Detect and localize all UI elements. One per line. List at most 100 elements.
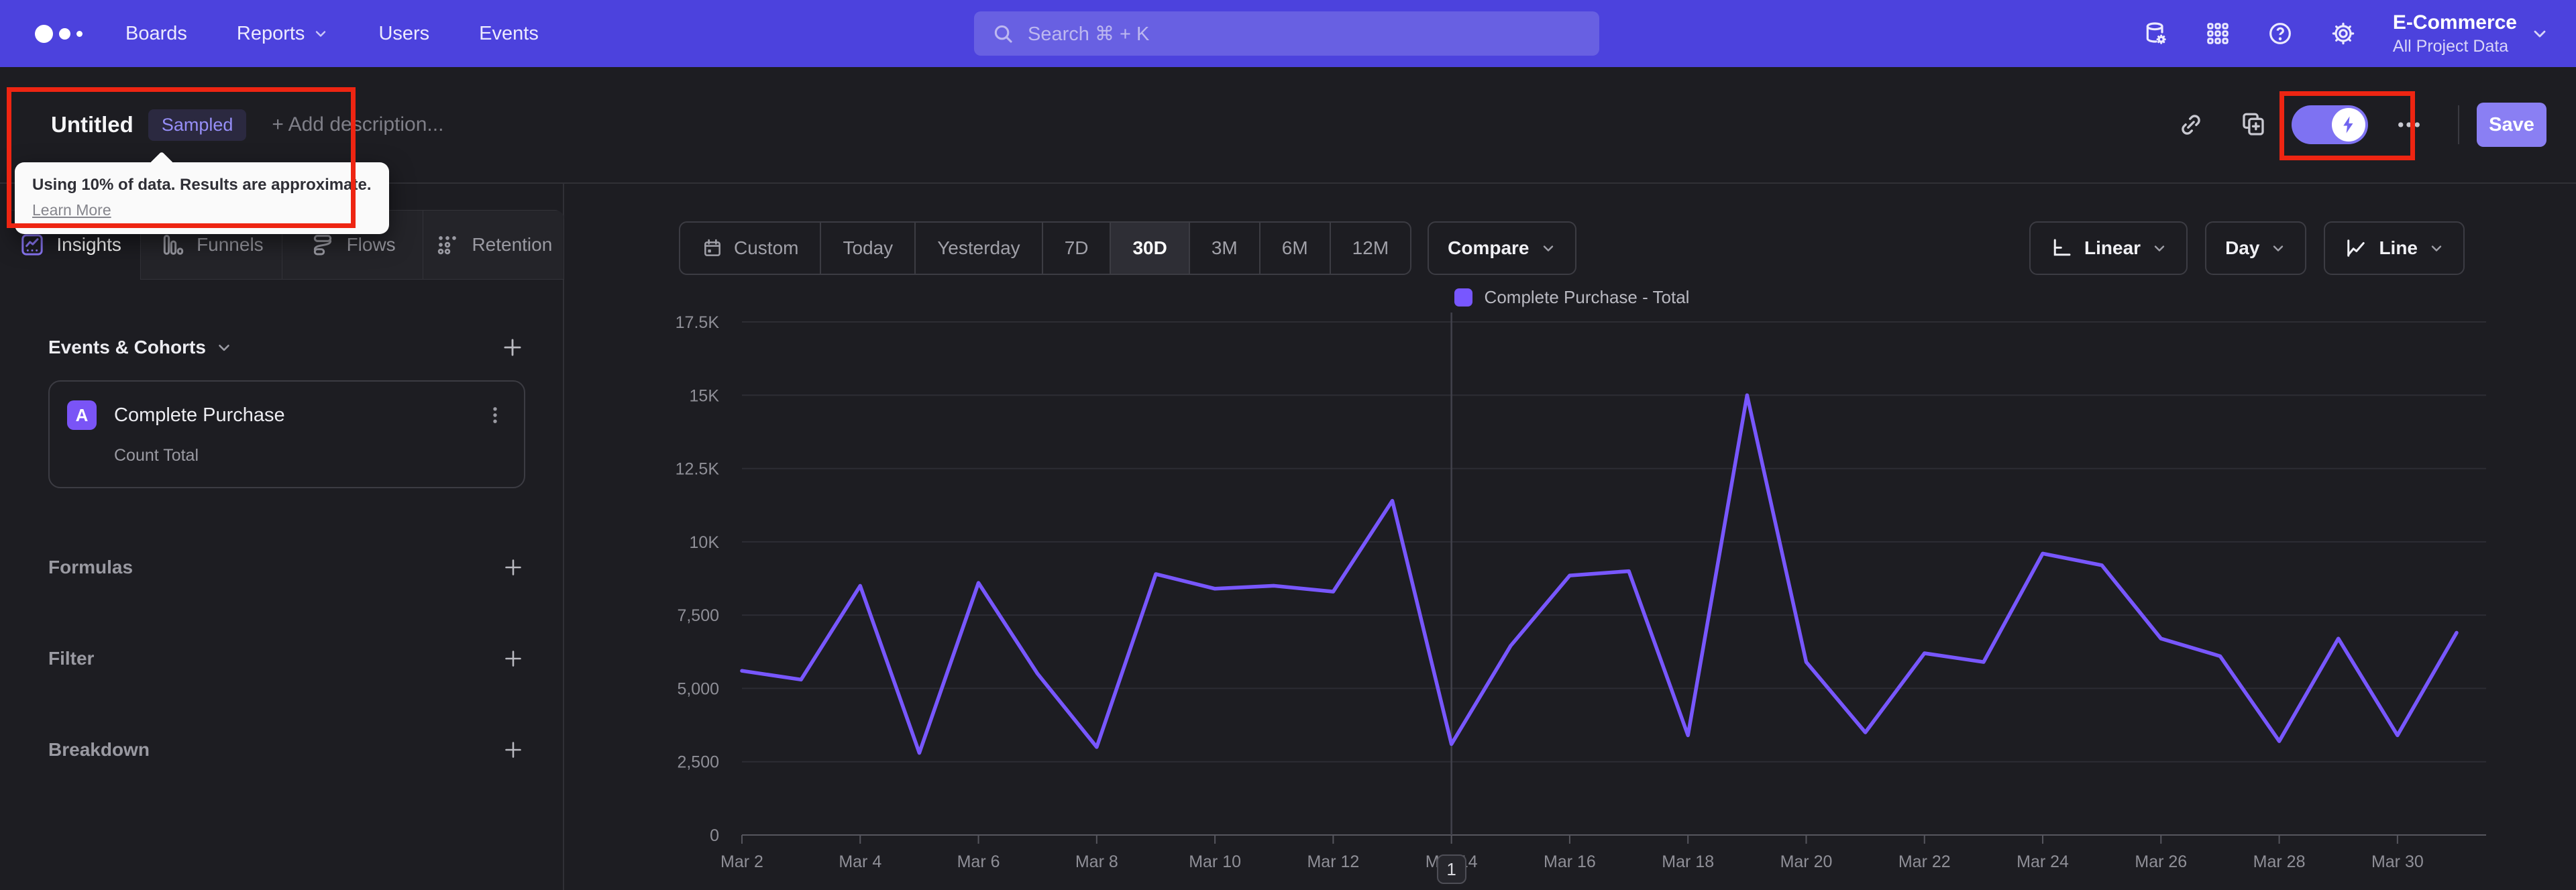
- svg-text:Mar 24: Mar 24: [2017, 852, 2069, 871]
- add-event-button[interactable]: [500, 335, 525, 360]
- svg-text:Mar 28: Mar 28: [2253, 852, 2306, 871]
- range-label: 12M: [1352, 237, 1389, 258]
- chart-type-label: Line: [2379, 237, 2418, 258]
- data-management-icon[interactable]: [2142, 20, 2169, 47]
- calendar-icon: [702, 237, 723, 259]
- logo-dot-large: [35, 24, 53, 43]
- range-yesterday[interactable]: Yesterday: [914, 223, 1042, 274]
- scale-dropdown[interactable]: Linear: [2029, 221, 2188, 275]
- section-breakdown: Breakdown: [48, 738, 525, 762]
- legend-swatch: [1454, 288, 1472, 307]
- event-name[interactable]: Complete Purchase: [114, 404, 285, 427]
- chevron-down-icon: [2530, 24, 2549, 43]
- compare-button[interactable]: Compare: [1428, 221, 1576, 275]
- range-label: Today: [843, 237, 894, 258]
- nav-item-reports[interactable]: Reports: [237, 23, 329, 45]
- granularity-dropdown[interactable]: Day: [2205, 221, 2307, 275]
- event-menu-icon[interactable]: [484, 404, 506, 427]
- granularity-label: Day: [2225, 237, 2260, 258]
- svg-text:Mar 18: Mar 18: [1662, 852, 1714, 871]
- annotation-marker-chip[interactable]: 1: [1436, 854, 1466, 884]
- chevron-down-icon[interactable]: [215, 339, 233, 356]
- add-to-board-icon[interactable]: [2239, 111, 2267, 139]
- section-label: Filter: [48, 648, 95, 669]
- lightning-icon: [2332, 108, 2365, 142]
- chart-legend[interactable]: Complete Purchase - Total: [687, 287, 2457, 308]
- events-cohorts-label: Events & Cohorts: [48, 337, 206, 357]
- gear-icon[interactable]: [2330, 20, 2357, 47]
- range-today[interactable]: Today: [820, 223, 914, 274]
- divider: [2458, 105, 2459, 144]
- range-12m[interactable]: 12M: [1329, 223, 1410, 274]
- range-label: Custom: [734, 237, 799, 258]
- nav-left: Boards Reports Users Events: [0, 23, 539, 45]
- logo-dot-medium: [59, 27, 70, 40]
- range-label: Yesterday: [937, 237, 1020, 258]
- range-7d[interactable]: 7D: [1041, 223, 1110, 274]
- project-name: E-Commerce: [2392, 11, 2517, 34]
- mixpanel-app: Boards Reports Users Events Search ⌘ + K: [0, 0, 2576, 890]
- date-range-group: Custom Today Yesterday 7D 30D 3M 6M 12M: [679, 221, 1412, 275]
- svg-text:Mar 12: Mar 12: [1307, 852, 1359, 871]
- svg-text:Mar 22: Mar 22: [1898, 852, 1951, 871]
- event-letter-badge: A: [67, 400, 97, 430]
- range-custom[interactable]: Custom: [680, 223, 820, 274]
- funnels-icon: [159, 231, 186, 258]
- project-selector[interactable]: E-Commerce All Project Data: [2393, 11, 2549, 56]
- tab-label: Flows: [346, 234, 396, 255]
- svg-text:Mar 2: Mar 2: [720, 852, 763, 871]
- chevron-down-icon: [313, 25, 329, 42]
- add-filter-button[interactable]: [501, 647, 525, 671]
- report-title[interactable]: Untitled: [51, 112, 133, 137]
- add-breakdown-button[interactable]: [501, 738, 525, 762]
- range-6m[interactable]: 6M: [1258, 223, 1330, 274]
- range-label: 30D: [1132, 237, 1167, 258]
- add-description[interactable]: + Add description...: [272, 113, 443, 136]
- nav-item-label: Boards: [125, 22, 187, 44]
- sampled-badge[interactable]: Sampled: [148, 109, 247, 141]
- title-bar-actions: Save: [2178, 103, 2546, 147]
- primary-nav: Boards Reports Users Events: [125, 23, 539, 45]
- section-filter: Filter: [48, 647, 525, 671]
- nav-item-boards[interactable]: Boards: [125, 23, 187, 45]
- tooltip-text: Using 10% of data. Results are approxima…: [32, 176, 372, 194]
- sampling-toggle[interactable]: [2292, 105, 2368, 144]
- range-30d[interactable]: 30D: [1110, 223, 1189, 274]
- range-3m[interactable]: 3M: [1188, 223, 1259, 274]
- sidebar-content: Events & Cohorts A Complete Purchase Cou…: [0, 280, 563, 762]
- more-options-icon[interactable]: [2395, 111, 2423, 139]
- tab-label: Funnels: [197, 234, 264, 255]
- chart-type-dropdown[interactable]: Line: [2324, 221, 2465, 275]
- project-subtitle: All Project Data: [2392, 36, 2509, 56]
- svg-text:Mar 30: Mar 30: [2371, 852, 2424, 871]
- mixpanel-logo[interactable]: [35, 24, 83, 43]
- svg-text:Mar 6: Mar 6: [957, 852, 1000, 871]
- range-label: 7D: [1064, 237, 1089, 258]
- add-formulas-button[interactable]: [501, 555, 525, 579]
- nav-item-label: Reports: [236, 22, 305, 44]
- tab-label: Insights: [56, 234, 121, 255]
- event-card[interactable]: A Complete Purchase Count Total: [48, 380, 525, 488]
- copy-link-icon[interactable]: [2178, 111, 2204, 138]
- help-icon[interactable]: [2267, 20, 2294, 47]
- learn-more-link[interactable]: Learn More: [32, 201, 111, 219]
- search-input[interactable]: Search ⌘ + K: [974, 11, 1599, 56]
- apps-grid-icon[interactable]: [2205, 21, 2231, 46]
- svg-text:Mar 20: Mar 20: [1780, 852, 1833, 871]
- line-chart[interactable]: 0 2,500 5,000 7,500 10K 12.5K 15K 17.5K Mar 2 Mar…: [625, 309, 2497, 890]
- search-placeholder: Search ⌘ + K: [1028, 23, 1150, 45]
- svg-text:Mar 8: Mar 8: [1075, 852, 1118, 871]
- nav-item-users[interactable]: Users: [378, 23, 429, 45]
- chart-controls: Custom Today Yesterday 7D 30D 3M 6M 12M Compare…: [679, 221, 2465, 275]
- scale-label: Linear: [2084, 237, 2141, 258]
- save-button[interactable]: Save: [2477, 103, 2546, 147]
- tab-retention[interactable]: Retention: [422, 210, 564, 280]
- top-navbar: Boards Reports Users Events Search ⌘ + K: [0, 0, 2576, 67]
- insights-icon: [19, 231, 46, 258]
- event-metric[interactable]: Count Total: [114, 446, 506, 465]
- nav-item-label: Users: [378, 22, 430, 44]
- svg-text:17.5K: 17.5K: [676, 313, 720, 332]
- nav-item-label: Events: [479, 22, 539, 44]
- nav-item-events[interactable]: Events: [479, 23, 539, 45]
- svg-text:15K: 15K: [690, 386, 720, 405]
